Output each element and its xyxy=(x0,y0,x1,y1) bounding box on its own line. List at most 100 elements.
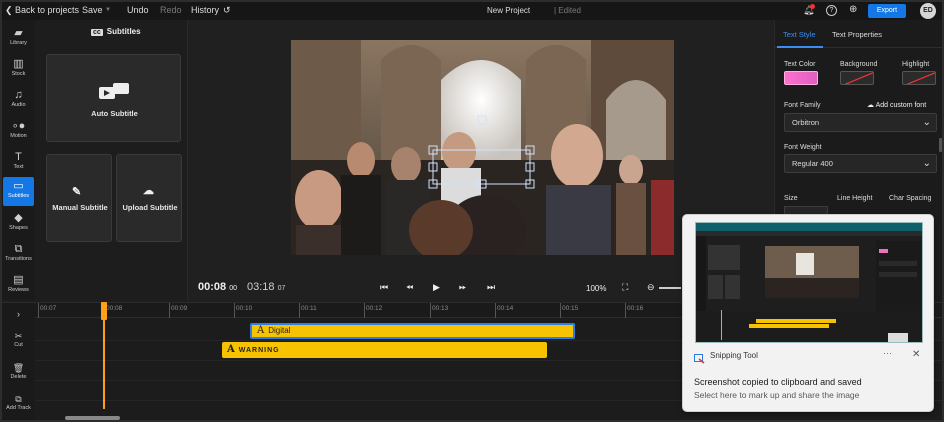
panel-scrollbar[interactable] xyxy=(939,138,942,152)
snipping-tool-logo xyxy=(694,354,705,364)
add-track-icon: ⧉ xyxy=(15,394,22,404)
notification-badge xyxy=(810,4,815,9)
cloud-upload-icon: ☁ xyxy=(867,102,874,109)
add-track-label: Add Track xyxy=(6,405,31,411)
trash-icon: 🗑︎ xyxy=(12,363,25,373)
ruler-tick: 00:10 xyxy=(234,303,252,318)
sidebar-item-label: Subtitles xyxy=(7,193,30,199)
reviews-icon: ▤ xyxy=(13,274,24,286)
fast-forward-button[interactable]: ⏩︎ xyxy=(459,282,466,293)
background-swatch[interactable] xyxy=(840,71,874,85)
panel-title-label: Subtitles xyxy=(106,27,141,36)
screenshot-thumbnail[interactable] xyxy=(695,222,923,343)
upload-subtitle-button[interactable]: ☁ Upload Subtitle xyxy=(116,154,182,242)
notification-app-name: Snipping Tool xyxy=(710,351,758,360)
font-weight-select[interactable]: Regular 400 ⌄ xyxy=(784,154,937,173)
text-color-label: Text Color xyxy=(784,61,816,68)
current-time: 00:08 00 xyxy=(198,281,237,293)
back-to-projects-button[interactable]: Back to projects xyxy=(15,5,79,15)
save-dropdown-icon[interactable]: ▼ xyxy=(105,7,111,13)
char-spacing-label: Char Spacing xyxy=(889,195,932,202)
sidebar-item-subtitles[interactable]: ▭ Subtitles xyxy=(3,177,34,206)
sidebar-item-label: Transitions xyxy=(5,256,32,262)
help-icon[interactable]: ? xyxy=(826,5,837,16)
tab-text-properties[interactable]: Text Properties xyxy=(832,30,882,39)
delete-label: Delete xyxy=(10,374,27,380)
sidebar-item-reviews[interactable]: ▤ Reviews xyxy=(3,271,34,300)
play-button[interactable]: ▶ xyxy=(433,282,440,293)
skip-to-start-button[interactable]: ⏮︎ xyxy=(380,282,388,293)
books-icon: ▥ xyxy=(13,58,24,70)
motion-icon: ∘● xyxy=(11,120,26,132)
add-custom-font-button[interactable]: ☁ Add custom font xyxy=(867,101,926,109)
folder-icon: ▰ xyxy=(14,27,23,39)
playhead-handle[interactable] xyxy=(101,302,107,320)
tab-bar: Text Style Text Properties xyxy=(775,20,942,48)
video-frame-image xyxy=(291,40,674,255)
auto-subtitle-button[interactable]: Auto Subtitle xyxy=(46,54,181,142)
ruler-tick: 00:12 xyxy=(364,303,382,318)
font-weight-value: Regular 400 xyxy=(792,159,833,168)
avatar[interactable]: ED xyxy=(920,3,936,19)
sidebar-item-label: Motion xyxy=(10,133,27,139)
transitions-icon: ⧉ xyxy=(14,243,23,255)
rewind-button[interactable]: ⏪︎ xyxy=(406,282,413,293)
total-frames: 07 xyxy=(277,285,286,292)
zoom-level[interactable]: 100% xyxy=(586,284,606,293)
undo-button[interactable]: Undo xyxy=(127,5,149,15)
highlight-swatch[interactable] xyxy=(902,71,936,85)
redo-button[interactable]: Redo xyxy=(160,5,182,15)
cut-button[interactable]: ✂ Cut xyxy=(2,331,35,348)
globe-icon[interactable]: ⊕ xyxy=(849,4,857,15)
export-button[interactable]: Export xyxy=(868,4,906,18)
close-icon[interactable]: ✕ xyxy=(912,349,920,360)
delete-button[interactable]: 🗑︎ Delete xyxy=(2,363,35,380)
video-preview[interactable] xyxy=(291,40,674,255)
expand-icon[interactable]: › xyxy=(2,309,35,320)
sidebar-item-transitions[interactable]: ⧉ Transitions xyxy=(3,240,34,269)
back-icon[interactable]: ❮ xyxy=(5,5,13,16)
save-button[interactable]: Save xyxy=(82,5,103,15)
music-icon: ♫ xyxy=(14,89,23,101)
background-label: Background xyxy=(840,61,878,68)
sidebar-item-audio[interactable]: ♫ Audio xyxy=(3,86,34,115)
fullscreen-icon[interactable]: ⛶ xyxy=(622,282,628,293)
sidebar-item-library[interactable]: ▰ Library xyxy=(3,24,34,53)
sidebar-item-label: Stock xyxy=(11,71,26,77)
top-bar: ❮ Back to projects Save ▼ Undo Redo Hist… xyxy=(2,2,942,20)
add-track-button[interactable]: ⧉ Add Track xyxy=(2,394,35,411)
sidebar-item-shapes[interactable]: ◆ Shapes xyxy=(3,209,34,238)
scissors-icon: ✂ xyxy=(14,331,23,341)
notification-body: Select here to mark up and share the ima… xyxy=(694,390,860,400)
history-icon[interactable]: ↺ xyxy=(223,5,231,16)
tab-text-style[interactable]: Text Style xyxy=(783,30,816,39)
snipping-tool-notification[interactable]: Snipping Tool ··· ✕ Screenshot copied to… xyxy=(682,214,934,412)
ruler-tick: 00:14 xyxy=(495,303,513,318)
ruler-tick: 00:07 xyxy=(38,303,56,318)
none-color-icon xyxy=(906,72,935,84)
zoom-slider[interactable] xyxy=(659,287,681,289)
sidebar-item-text[interactable]: T Text xyxy=(3,148,34,177)
skip-to-end-button[interactable]: ⏭︎ xyxy=(487,282,495,293)
line-height-label: Line Height xyxy=(837,195,873,202)
more-options-icon[interactable]: ··· xyxy=(883,348,892,358)
timeline-scrollbar[interactable] xyxy=(65,416,120,420)
sidebar-item-motion[interactable]: ∘● Motion xyxy=(3,117,34,146)
sidebar-item-label: Shapes xyxy=(9,225,28,231)
project-name[interactable]: New Project xyxy=(487,6,530,15)
sidebar-item-stock[interactable]: ▥ Stock xyxy=(3,55,34,84)
zoom-out-icon[interactable]: ⊖ xyxy=(647,282,655,293)
text-clip[interactable]: A WARNING xyxy=(222,342,547,358)
manual-subtitle-button[interactable]: ✎ Manual Subtitle xyxy=(46,154,112,242)
history-button[interactable]: History xyxy=(191,5,219,15)
font-family-value: Orbitron xyxy=(792,118,820,127)
screenshot-thumbnail-image xyxy=(696,223,922,342)
subtitles-icon: cc xyxy=(91,29,103,36)
notification-title: Screenshot copied to clipboard and saved xyxy=(694,377,862,387)
sidebar-item-label: Text xyxy=(13,164,24,170)
text-clip[interactable]: A Digital xyxy=(250,323,575,339)
text-color-swatch[interactable] xyxy=(784,71,818,85)
clip-label: WARNING xyxy=(238,347,280,354)
font-family-select[interactable]: Orbitron ⌄ xyxy=(784,113,937,132)
sidebar-item-label: Reviews xyxy=(8,287,29,293)
